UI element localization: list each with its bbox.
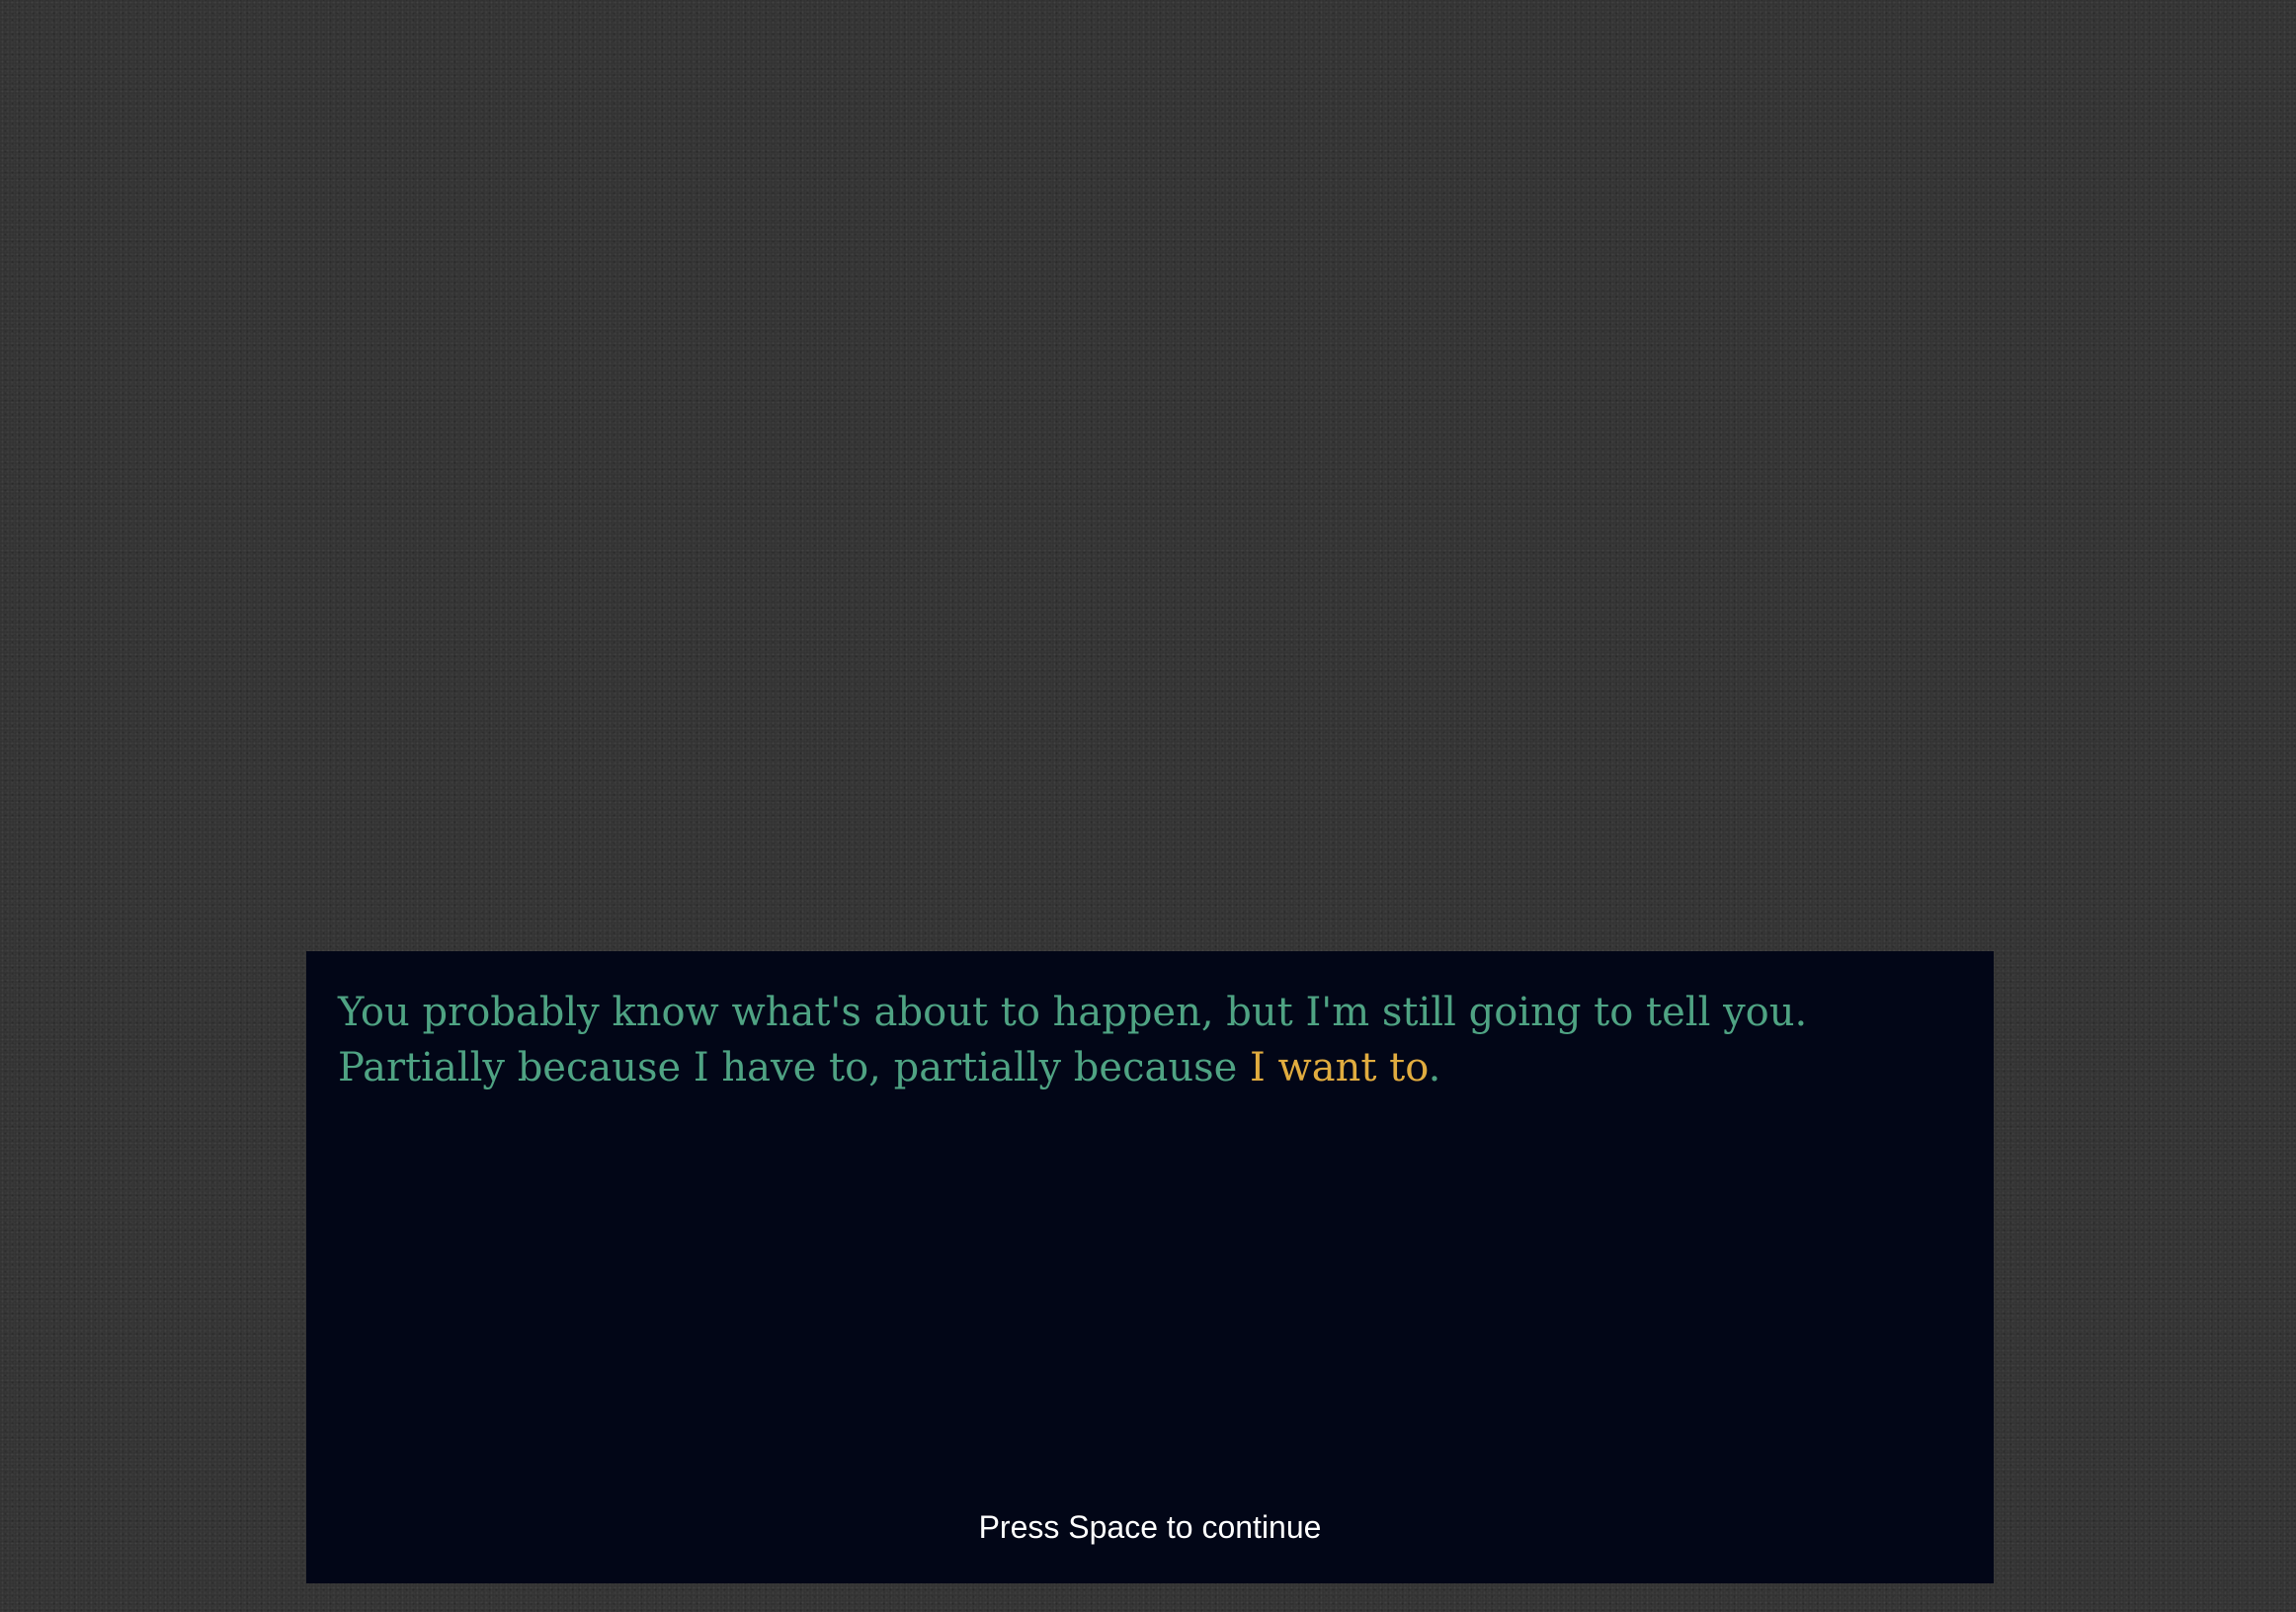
dialogue-text-end: . xyxy=(1428,1045,1441,1090)
dialogue-text: You probably know what's about to happen… xyxy=(338,985,1958,1095)
dialogue-text-main: You probably know what's about to happen… xyxy=(338,990,1808,1090)
dialogue-text-highlight: I want to xyxy=(1250,1045,1429,1090)
dialogue-box[interactable]: You probably know what's about to happen… xyxy=(306,951,1994,1583)
continue-prompt: Press Space to continue xyxy=(978,1509,1322,1545)
game-scene xyxy=(0,0,2296,951)
